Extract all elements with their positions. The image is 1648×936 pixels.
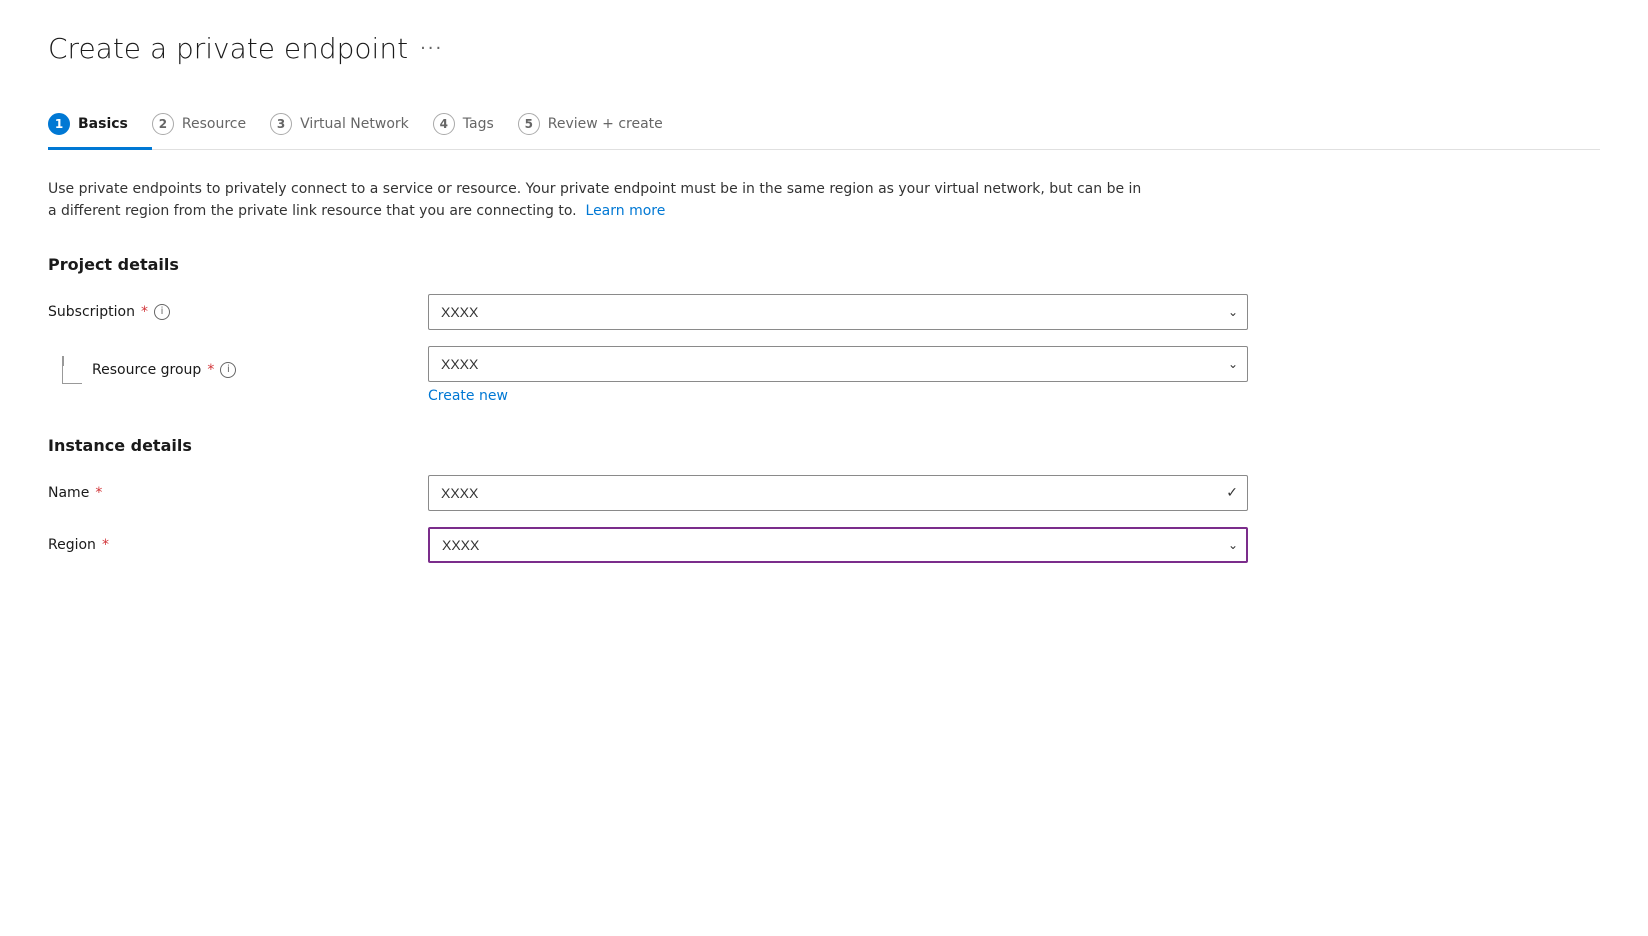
- step-3-label: Virtual Network: [300, 116, 409, 132]
- create-new-link[interactable]: Create new: [428, 388, 508, 404]
- instance-details-section: Instance details Name * XXXX ✓ Region * …: [48, 436, 1600, 563]
- step-4-circle: 4: [433, 113, 455, 135]
- resource-group-info-icon[interactable]: i: [220, 362, 236, 378]
- region-label: Region: [48, 537, 96, 553]
- name-label-col: Name *: [48, 475, 428, 501]
- project-details-section: Project details Subscription * i XXXX ⌄ …: [48, 255, 1600, 404]
- resource-group-label: Resource group: [92, 362, 201, 378]
- step-3-circle: 3: [270, 113, 292, 135]
- step-tags[interactable]: 4 Tags: [433, 101, 518, 149]
- subscription-required-star: *: [141, 304, 148, 320]
- page-header: Create a private endpoint ···: [48, 32, 1600, 65]
- steps-nav: 1 Basics 2 Resource 3 Virtual Network 4 …: [48, 101, 1600, 150]
- subscription-select-wrapper: XXXX ⌄: [428, 294, 1248, 330]
- resource-group-select-wrapper: XXXX ⌄: [428, 346, 1248, 382]
- subscription-label: Subscription: [48, 304, 135, 320]
- subscription-control: XXXX ⌄: [428, 294, 1248, 330]
- name-row: Name * XXXX ✓: [48, 475, 1248, 511]
- step-1-label: Basics: [78, 116, 128, 132]
- instance-details-title: Instance details: [48, 436, 1600, 455]
- resource-group-row: Resource group * i XXXX ⌄ Create new: [48, 346, 1248, 404]
- resource-group-label-col: Resource group * i: [48, 346, 428, 384]
- learn-more-link[interactable]: Learn more: [586, 203, 666, 219]
- step-5-circle: 5: [518, 113, 540, 135]
- name-select-wrapper: XXXX ✓: [428, 475, 1248, 511]
- subscription-label-col: Subscription * i: [48, 294, 428, 320]
- step-2-label: Resource: [182, 116, 246, 132]
- subscription-select[interactable]: XXXX: [428, 294, 1248, 330]
- subscription-row: Subscription * i XXXX ⌄: [48, 294, 1248, 330]
- project-details-title: Project details: [48, 255, 1600, 274]
- subscription-info-icon[interactable]: i: [154, 304, 170, 320]
- step-2-circle: 2: [152, 113, 174, 135]
- step-review-create[interactable]: 5 Review + create: [518, 101, 687, 149]
- name-select[interactable]: XXXX: [428, 475, 1248, 511]
- region-required-star: *: [102, 537, 109, 553]
- step-1-circle: 1: [48, 113, 70, 135]
- step-basics[interactable]: 1 Basics: [48, 101, 152, 149]
- resource-group-control: XXXX ⌄ Create new: [428, 346, 1248, 404]
- step-4-label: Tags: [463, 116, 494, 132]
- page-title: Create a private endpoint: [48, 32, 408, 65]
- step-virtual-network[interactable]: 3 Virtual Network: [270, 101, 433, 149]
- resource-group-select[interactable]: XXXX: [428, 346, 1248, 382]
- region-row: Region * XXXX ⌄: [48, 527, 1248, 563]
- region-select[interactable]: XXXX: [428, 527, 1248, 563]
- region-label-col: Region *: [48, 527, 428, 553]
- resource-group-required-star: *: [207, 362, 214, 378]
- step-5-label: Review + create: [548, 116, 663, 132]
- name-required-star: *: [95, 485, 102, 501]
- name-label: Name: [48, 485, 89, 501]
- description-text: Use private endpoints to privately conne…: [48, 178, 1148, 223]
- region-control: XXXX ⌄: [428, 527, 1248, 563]
- more-options-icon[interactable]: ···: [420, 38, 443, 59]
- name-control: XXXX ✓: [428, 475, 1248, 511]
- step-resource[interactable]: 2 Resource: [152, 101, 270, 149]
- region-select-wrapper: XXXX ⌄: [428, 527, 1248, 563]
